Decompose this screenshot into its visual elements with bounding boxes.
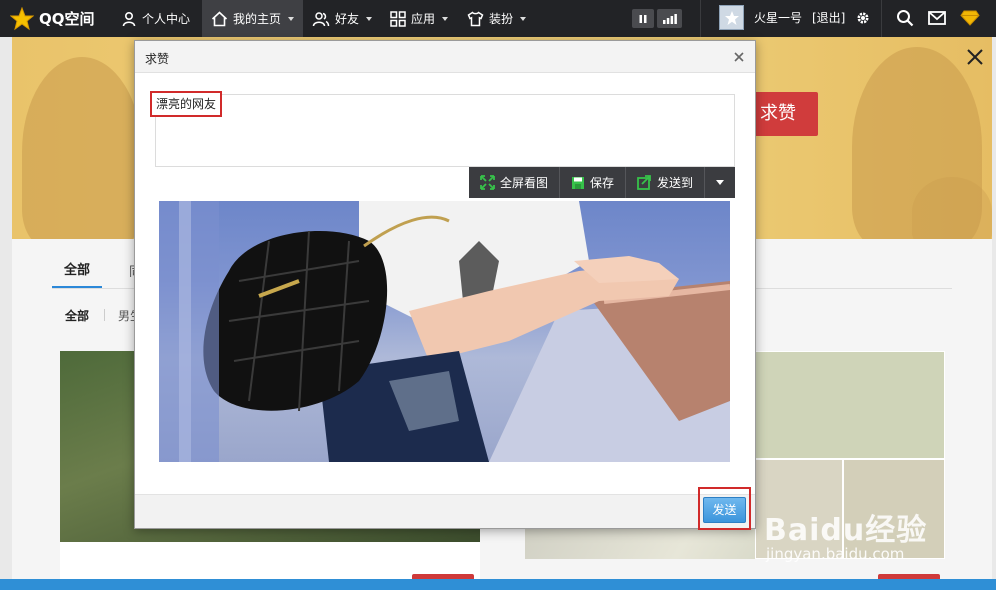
watermark-sub: jingyan.baidu.com (766, 545, 905, 563)
star-icon (10, 6, 34, 30)
home-icon (211, 10, 228, 26)
baidu-watermark: Baidu经验 jingyan.baidu.com (764, 505, 944, 575)
send-to-dropdown[interactable] (705, 167, 733, 198)
watermark-main: Baidu经验 (764, 513, 928, 548)
nav-label: 好友 (335, 12, 360, 26)
mail-icon (928, 11, 946, 25)
message-textarea[interactable] (155, 94, 735, 167)
send-to-label: 发送到 (657, 176, 694, 190)
dialog-header: 求赞 (135, 41, 755, 73)
divider (104, 309, 105, 321)
nav-decorate[interactable]: 装扮 (467, 0, 527, 37)
banner-close-button[interactable] (964, 46, 986, 68)
collage-tile (755, 351, 945, 459)
save-button[interactable]: 保存 (560, 167, 627, 198)
dialog-close-button[interactable] (732, 50, 746, 64)
fullscreen-label: 全屏看图 (500, 176, 549, 190)
dialog-title: 求赞 (145, 52, 170, 66)
chevron-down-icon (288, 16, 295, 21)
nav-label: 应用 (411, 12, 436, 26)
save-label: 保存 (590, 176, 615, 190)
top-navigation-bar: QQ空间 个人中心 我的主页 好友 应用 装扮 火星一号 [退出] (0, 0, 996, 37)
chevron-down-icon (520, 16, 527, 21)
image-toolbar: 全屏看图 保存 发送到 (469, 167, 735, 198)
bottom-status-bar (0, 579, 996, 590)
nav-friends[interactable]: 好友 (312, 0, 373, 37)
tab-all[interactable]: 全部 (64, 261, 114, 281)
signal-bars-icon (662, 13, 677, 24)
dialog-footer (135, 494, 755, 528)
signal-toggle[interactable] (657, 9, 682, 28)
qzone-logo[interactable]: QQ空间 (10, 0, 95, 37)
grid-icon (390, 10, 406, 27)
pause-icon (639, 14, 647, 23)
filter-all[interactable]: 全部 (65, 307, 89, 324)
friends-icon (312, 11, 330, 26)
nav-label: 装扮 (489, 12, 514, 26)
logout-link[interactable]: [退出] (812, 0, 845, 37)
diamond-icon (960, 10, 980, 26)
nav-apps[interactable]: 应用 (390, 0, 449, 37)
avatar[interactable] (719, 5, 744, 30)
banner-figure-left (22, 57, 142, 239)
divider (881, 0, 882, 37)
chevron-down-icon (442, 16, 449, 21)
mail-button[interactable] (927, 8, 947, 28)
star-icon (724, 10, 739, 25)
settings-button[interactable] (853, 8, 873, 28)
user-icon (122, 11, 136, 26)
share-icon (637, 175, 651, 190)
photo-illustration (159, 201, 730, 462)
shirt-icon (467, 10, 484, 26)
expand-icon (480, 175, 495, 190)
attached-photo[interactable] (159, 201, 730, 462)
chevron-down-icon (716, 180, 725, 185)
banner-figure-hand (912, 177, 992, 239)
nav-label: 个人中心 (142, 12, 191, 26)
chevron-down-icon (366, 16, 373, 21)
logo-text: QQ空间 (39, 10, 95, 28)
nav-personal-center[interactable]: 个人中心 (121, 0, 190, 37)
search-button[interactable] (895, 8, 915, 28)
send-button[interactable]: 发送 (703, 497, 746, 523)
message-text-highlight[interactable]: 漂亮的网友 (150, 91, 223, 117)
gear-icon (857, 12, 869, 24)
fullscreen-button[interactable]: 全屏看图 (469, 167, 561, 198)
close-icon (967, 49, 983, 65)
search-icon (897, 10, 914, 27)
pause-toggle[interactable] (632, 9, 654, 28)
username[interactable]: 火星一号 (754, 0, 802, 37)
like-request-dialog: 求赞 漂亮的网友 全屏看图 保存 发送到 发送 (134, 40, 756, 530)
nav-my-homepage[interactable]: 我的主页 (202, 0, 303, 37)
send-to-button[interactable]: 发送到 (626, 167, 706, 198)
divider (700, 0, 701, 37)
floppy-icon (572, 176, 585, 189)
vip-button[interactable] (960, 8, 980, 28)
nav-label: 我的主页 (233, 12, 282, 26)
close-icon (734, 52, 744, 62)
